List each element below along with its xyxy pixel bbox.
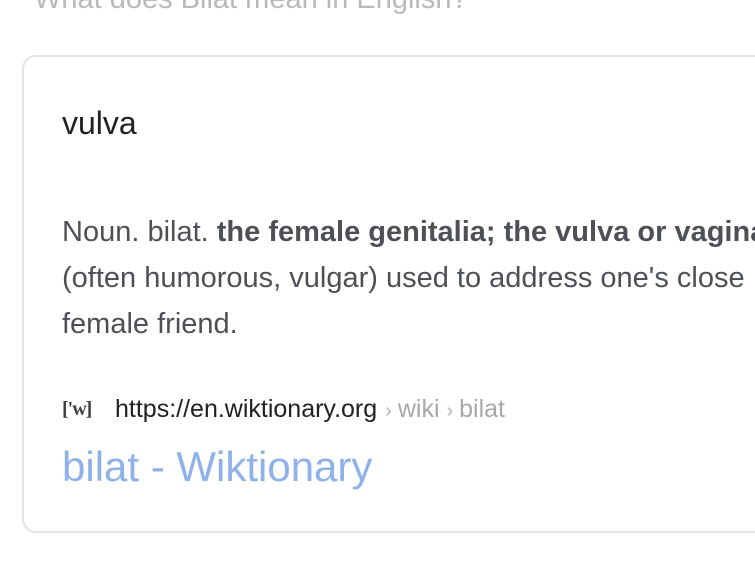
definition-highlight: the female genitalia; the vulva or vagin…: [216, 216, 755, 248]
chevron-right-icon: ›: [446, 399, 454, 422]
breadcrumb-item-wiki: wiki: [397, 394, 440, 423]
breadcrumb: › wiki › bilat: [385, 395, 505, 424]
definition-snippet: Noun. bilat. the female genitalia; the v…: [62, 209, 755, 347]
source-row[interactable]: ['w] https://en.wiktionary.org › wiki › bi…: [62, 393, 505, 425]
answer-heading: vulva: [62, 105, 137, 141]
chevron-right-icon: ›: [385, 399, 392, 422]
page: What does Bilat mean in English? vulva N…: [0, 0, 755, 566]
answer-card: vulva Noun. bilat. the female genitalia;…: [22, 55, 755, 533]
wiktionary-favicon-icon: ['w]: [62, 397, 92, 420]
source-url[interactable]: https://en.wiktionary.org: [115, 395, 377, 424]
definition-prefix: Noun. bilat.: [62, 216, 217, 248]
result-title-link[interactable]: bilat - Wiktionary: [62, 441, 372, 493]
related-question[interactable]: What does Bilat mean in English?: [34, 0, 468, 17]
breadcrumb-item-bilat: bilat: [459, 394, 506, 423]
